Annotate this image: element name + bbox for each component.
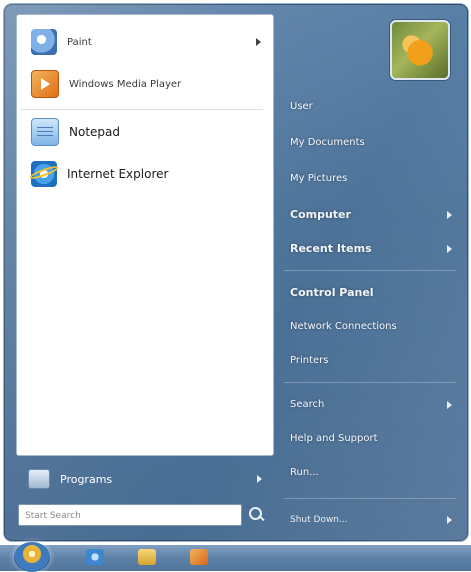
media-player-icon — [31, 70, 59, 98]
submenu-arrow-icon — [447, 401, 452, 409]
submenu-arrow-icon — [447, 211, 452, 219]
right-item-my-documents[interactable]: My Documents — [282, 130, 462, 156]
divider — [284, 498, 456, 499]
menu-item-internet-explorer[interactable]: Internet Explorer — [23, 157, 275, 191]
submenu-arrow-icon — [447, 245, 452, 253]
submenu-arrow-icon — [256, 38, 261, 46]
right-item-run[interactable]: Run... — [282, 460, 462, 486]
pinned-programs-pane: Paint Windows Media Player Notepad Inter… — [16, 14, 274, 456]
menu-item-label: Paint — [67, 36, 92, 48]
divider — [284, 382, 456, 383]
right-item-my-pictures[interactable]: My Pictures — [282, 166, 462, 192]
submenu-arrow-icon — [257, 475, 262, 483]
divider — [21, 109, 263, 110]
internet-explorer-icon — [31, 161, 57, 187]
notepad-icon — [31, 118, 59, 146]
taskbar — [0, 545, 471, 571]
start-search-input[interactable]: Start Search — [18, 504, 242, 526]
menu-item-label: Notepad — [69, 125, 120, 139]
media-player-icon[interactable] — [190, 549, 208, 565]
divider — [284, 270, 456, 271]
search-button[interactable] — [244, 504, 268, 526]
programs-label: Programs — [60, 472, 113, 486]
right-item-control-panel[interactable]: Control Panel — [282, 280, 462, 306]
right-item-recent-items[interactable]: Recent Items — [282, 236, 462, 262]
menu-item-paint[interactable]: Paint — [23, 25, 275, 59]
right-item-printers[interactable]: Printers — [282, 348, 462, 374]
all-programs-button[interactable]: Programs — [18, 464, 272, 494]
submenu-arrow-icon — [447, 516, 452, 524]
internet-explorer-icon[interactable] — [86, 549, 104, 565]
folder-icon[interactable] — [138, 549, 156, 565]
right-item-network-connections[interactable]: Network Connections — [282, 314, 462, 340]
right-item-computer[interactable]: Computer — [282, 202, 462, 228]
programs-icon — [28, 469, 50, 489]
right-item-search[interactable]: Search — [282, 392, 462, 418]
right-item-user[interactable]: User — [282, 94, 462, 120]
user-avatar[interactable] — [390, 20, 450, 80]
menu-item-windows-media-player[interactable]: Windows Media Player — [23, 67, 275, 101]
start-menu: Paint Windows Media Player Notepad Inter… — [4, 4, 468, 541]
menu-item-label: Internet Explorer — [67, 167, 169, 181]
menu-item-label: Windows Media Player — [69, 78, 182, 90]
right-item-help-and-support[interactable]: Help and Support — [282, 426, 462, 452]
paint-icon — [31, 29, 57, 55]
menu-item-notepad[interactable]: Notepad — [23, 115, 275, 149]
shut-down-button[interactable]: Shut Down... — [282, 510, 462, 530]
start-orb-button[interactable] — [14, 542, 50, 572]
